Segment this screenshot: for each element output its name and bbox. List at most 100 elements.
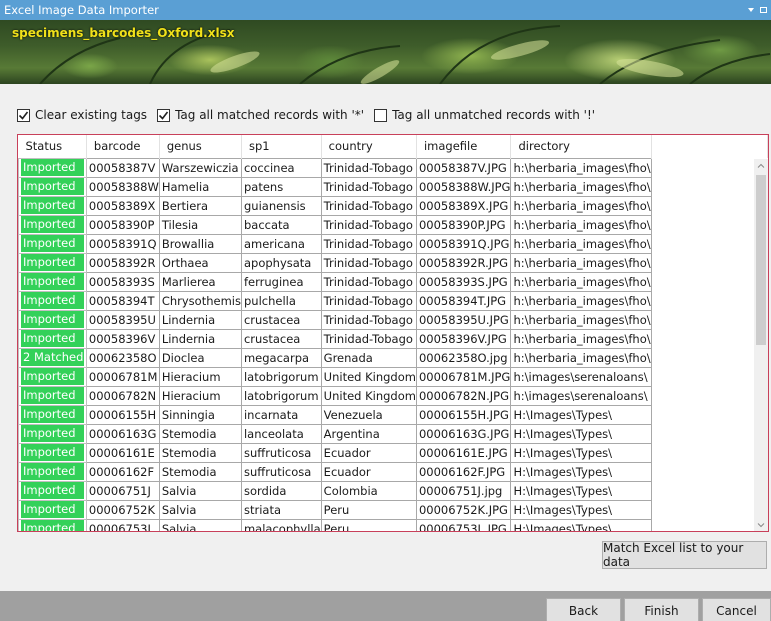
barcode-cell[interactable]: 00006753L (85, 518, 160, 531)
directory-cell[interactable]: h:\herbaria_images\fho\ (510, 271, 652, 292)
match-excel-button[interactable]: Match Excel list to your data (602, 541, 767, 569)
column-header[interactable]: imagefile (416, 135, 512, 158)
country-cell[interactable]: Trinidad-Tobago (320, 271, 417, 292)
barcode-cell[interactable]: 00006161E (85, 442, 160, 463)
country-cell[interactable]: Peru (320, 499, 417, 520)
clear-tags-option[interactable]: Clear existing tags (17, 108, 147, 122)
imagefile-cell[interactable]: 00058393S.JPG (415, 271, 512, 292)
status-cell[interactable]: Imported (18, 404, 87, 425)
imagefile-cell[interactable]: 00006161E.JPG (415, 442, 512, 463)
country-cell[interactable]: Trinidad-Tobago (320, 233, 417, 254)
column-header[interactable]: country (321, 135, 417, 158)
scroll-down-icon[interactable] (757, 521, 765, 529)
maximize-icon[interactable] (760, 7, 767, 13)
sp1-cell[interactable]: baccata (240, 214, 322, 235)
status-cell[interactable]: Imported (18, 195, 87, 216)
imagefile-cell[interactable]: 00058389X.JPG (415, 195, 512, 216)
country-cell[interactable]: Grenada (320, 347, 417, 368)
country-cell[interactable]: Colombia (320, 480, 417, 501)
directory-cell[interactable]: H:\Images\Types\ (510, 404, 652, 425)
directory-cell[interactable]: H:\Images\Types\ (510, 518, 652, 531)
genus-cell[interactable]: Stemodia (158, 461, 242, 482)
table-row[interactable]: Imported 00058391Q Browallia americana Trini… (18, 233, 768, 254)
status-cell[interactable]: Imported (18, 423, 87, 444)
genus-cell[interactable]: Hieracium (158, 385, 242, 406)
imagefile-cell[interactable]: 00006753L.JPG (415, 518, 512, 531)
genus-cell[interactable]: Lindernia (158, 328, 242, 349)
sp1-cell[interactable]: crustacea (240, 328, 322, 349)
clear-tags-checkbox[interactable] (17, 108, 30, 122)
imagefile-cell[interactable]: 00062358O.jpg (415, 347, 512, 368)
status-cell[interactable]: Imported (18, 461, 87, 482)
table-row[interactable]: Imported 00058394T Chrysothemis pulchella Tr… (18, 290, 768, 311)
imagefile-cell[interactable]: 00006751J.jpg (415, 480, 512, 501)
country-cell[interactable]: Venezuela (320, 404, 417, 425)
status-cell[interactable]: Imported (18, 252, 87, 273)
imagefile-cell[interactable]: 00006155H.JPG (415, 404, 512, 425)
table-row[interactable]: Imported 00058390P Tilesia baccata Trinidad-… (18, 214, 768, 235)
barcode-cell[interactable]: 00058394T (85, 290, 160, 311)
barcode-cell[interactable]: 00058391Q (85, 233, 160, 254)
barcode-cell[interactable]: 00006751J (85, 480, 160, 501)
barcode-cell[interactable]: 00058390P (85, 214, 160, 235)
table-row[interactable]: Imported 00006782N Hieracium latobrigorum Un… (18, 385, 768, 406)
country-cell[interactable]: Peru (320, 518, 417, 531)
scroll-up-icon[interactable] (757, 162, 765, 170)
sp1-cell[interactable]: latobrigorum (240, 385, 322, 406)
genus-cell[interactable]: Dioclea (158, 347, 242, 368)
country-cell[interactable]: Ecuador (320, 461, 417, 482)
status-cell[interactable]: Imported (18, 366, 87, 387)
barcode-cell[interactable]: 00006162F (85, 461, 160, 482)
sp1-cell[interactable]: lanceolata (240, 423, 322, 444)
table-row[interactable]: Imported 00006162F Stemodia suffruticosa Ecu… (18, 461, 768, 482)
imagefile-cell[interactable]: 00006162F.JPG (415, 461, 512, 482)
imagefile-cell[interactable]: 00058391Q.JPG (415, 233, 512, 254)
records-grid[interactable]: Status barcode genus sp1 country imagefi… (17, 134, 769, 532)
barcode-cell[interactable]: 00006155H (85, 404, 160, 425)
table-row[interactable]: Imported 00006752K Salvia striata Peru 000067… (18, 499, 768, 520)
directory-cell[interactable]: h:\herbaria_images\fho\ (510, 176, 652, 197)
directory-cell[interactable]: h:\images\serenaloans\ (510, 366, 652, 387)
vertical-scrollbar[interactable] (754, 159, 768, 531)
sp1-cell[interactable]: latobrigorum (240, 366, 322, 387)
genus-cell[interactable]: Chrysothemis (158, 290, 242, 311)
sp1-cell[interactable]: guianensis (240, 195, 322, 216)
table-row[interactable]: Imported 00058389X Bertiera guianensis Trini… (18, 195, 768, 216)
directory-cell[interactable]: h:\herbaria_images\fho\ (510, 328, 652, 349)
table-row[interactable]: 2 Matched 00062358O Dioclea megacarpa Grenad… (18, 347, 768, 368)
barcode-cell[interactable]: 00058392R (85, 252, 160, 273)
genus-cell[interactable]: Salvia (158, 518, 242, 531)
barcode-cell[interactable]: 00058387V (85, 157, 160, 178)
column-header[interactable]: Status (18, 135, 87, 158)
imagefile-cell[interactable]: 00058387V.JPG (415, 157, 512, 178)
barcode-cell[interactable]: 00006752K (85, 499, 160, 520)
country-cell[interactable]: United Kingdom (320, 366, 417, 387)
country-cell[interactable]: United Kingdom (320, 385, 417, 406)
directory-cell[interactable]: H:\Images\Types\ (510, 461, 652, 482)
country-cell[interactable]: Trinidad-Tobago (320, 214, 417, 235)
imagefile-cell[interactable]: 00006163G.JPG (415, 423, 512, 444)
directory-cell[interactable]: H:\Images\Types\ (510, 423, 652, 444)
genus-cell[interactable]: Lindernia (158, 309, 242, 330)
tag-unmatched-option[interactable]: Tag all unmatched records with '!' (374, 108, 595, 122)
country-cell[interactable]: Trinidad-Tobago (320, 309, 417, 330)
status-cell[interactable]: Imported (18, 385, 87, 406)
table-row[interactable]: Imported 00006751J Salvia sordida Colombia 00… (18, 480, 768, 501)
genus-cell[interactable]: Hieracium (158, 366, 242, 387)
genus-cell[interactable]: Tilesia (158, 214, 242, 235)
barcode-cell[interactable]: 00058395U (85, 309, 160, 330)
table-row[interactable]: Imported 00058393S Marlierea ferruginea Trin… (18, 271, 768, 292)
sp1-cell[interactable]: crustacea (240, 309, 322, 330)
column-header[interactable]: genus (159, 135, 242, 158)
country-cell[interactable]: Trinidad-Tobago (320, 157, 417, 178)
scrollbar-thumb[interactable] (756, 175, 766, 345)
genus-cell[interactable]: Salvia (158, 480, 242, 501)
genus-cell[interactable]: Stemodia (158, 442, 242, 463)
genus-cell[interactable]: Bertiera (158, 195, 242, 216)
genus-cell[interactable]: Stemodia (158, 423, 242, 444)
genus-cell[interactable]: Hamelia (158, 176, 242, 197)
directory-cell[interactable]: h:\herbaria_images\fho\ (510, 252, 652, 273)
directory-cell[interactable]: h:\herbaria_images\fho\ (510, 347, 652, 368)
table-row[interactable]: Imported 00058396V Lindernia crustacea Trini… (18, 328, 768, 349)
column-header[interactable]: barcode (86, 135, 160, 158)
